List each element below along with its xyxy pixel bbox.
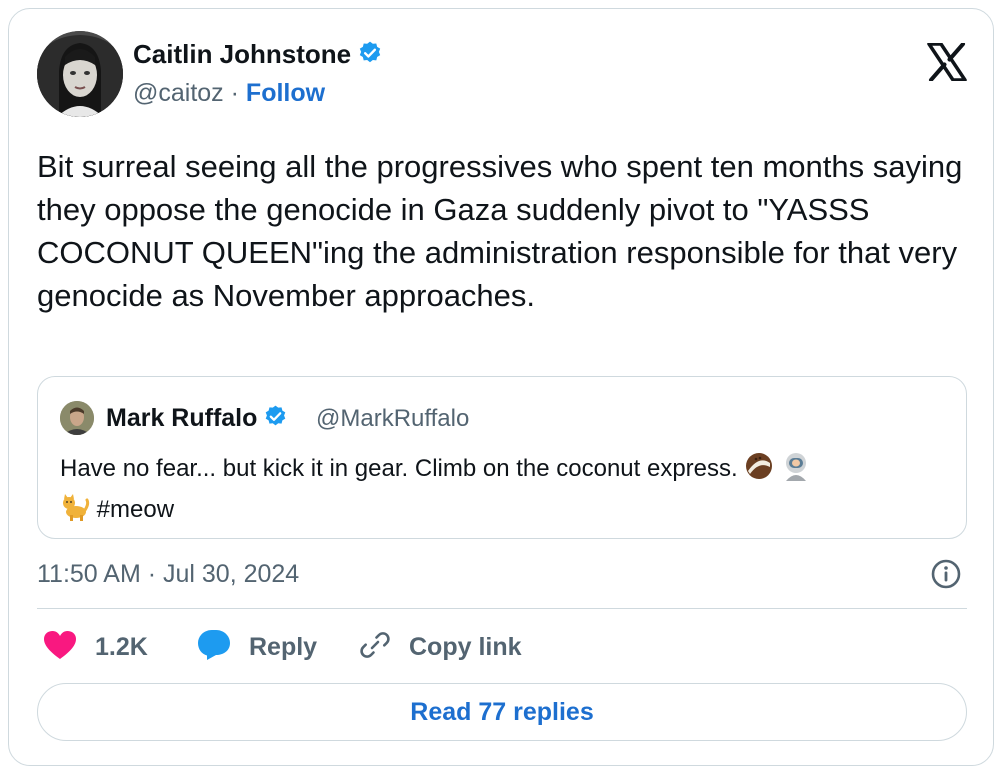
- quoted-author-name-text[interactable]: Mark Ruffalo: [106, 404, 257, 432]
- reply-label: Reply: [249, 632, 318, 661]
- separator-dot: ·: [230, 79, 239, 107]
- read-replies-button[interactable]: Read 77 replies: [37, 683, 967, 741]
- follow-button[interactable]: Follow: [246, 79, 325, 107]
- author-handle[interactable]: @caitoz: [133, 79, 224, 107]
- divider: [37, 608, 967, 609]
- quoted-author-name[interactable]: Mark Ruffalo: [106, 404, 288, 436]
- astronaut-emoji-icon: [781, 451, 811, 492]
- reply-bubble-icon: [197, 629, 231, 666]
- copy-link-button[interactable]: Copy link: [359, 629, 522, 665]
- cat-emoji-icon: [60, 492, 90, 533]
- verified-badge-icon: [263, 404, 288, 436]
- tweet-timestamp[interactable]: 11:50 AM · Jul 30, 2024: [37, 560, 299, 589]
- quoted-author-handle[interactable]: @MarkRuffalo: [316, 405, 469, 433]
- x-logo-icon[interactable]: [927, 42, 967, 82]
- tweet-text: Bit surreal seeing all the progressives …: [37, 149, 963, 313]
- author-name-text[interactable]: Caitlin Johnstone: [133, 39, 351, 69]
- author-avatar[interactable]: [37, 31, 123, 117]
- quoted-text-hashtag[interactable]: #meow: [97, 496, 174, 523]
- like-count: 1.2K: [95, 632, 148, 661]
- author-name[interactable]: Caitlin Johnstone: [133, 39, 383, 73]
- like-button[interactable]: 1.2K: [43, 629, 148, 665]
- reply-button[interactable]: Reply: [197, 629, 317, 665]
- verified-badge-icon: [357, 40, 383, 73]
- coconut-emoji-icon: [744, 451, 774, 492]
- link-icon: [359, 629, 391, 666]
- handle-row: @caitoz · Follow: [133, 79, 325, 108]
- info-icon[interactable]: [930, 558, 962, 590]
- quoted-tweet-text: Have no fear... but kick it in gear. Cli…: [60, 451, 950, 533]
- tweet-card: Caitlin Johnstone @caitoz · Follow Bit s…: [8, 8, 994, 766]
- heart-icon: [43, 630, 77, 665]
- quoted-tweet[interactable]: Mark Ruffalo @MarkRuffalo Have no fear..…: [37, 376, 967, 539]
- quoted-text-part1: Have no fear... but kick it in gear. Cli…: [60, 455, 738, 482]
- quoted-author-avatar[interactable]: [60, 401, 94, 435]
- copy-link-label: Copy link: [409, 632, 522, 661]
